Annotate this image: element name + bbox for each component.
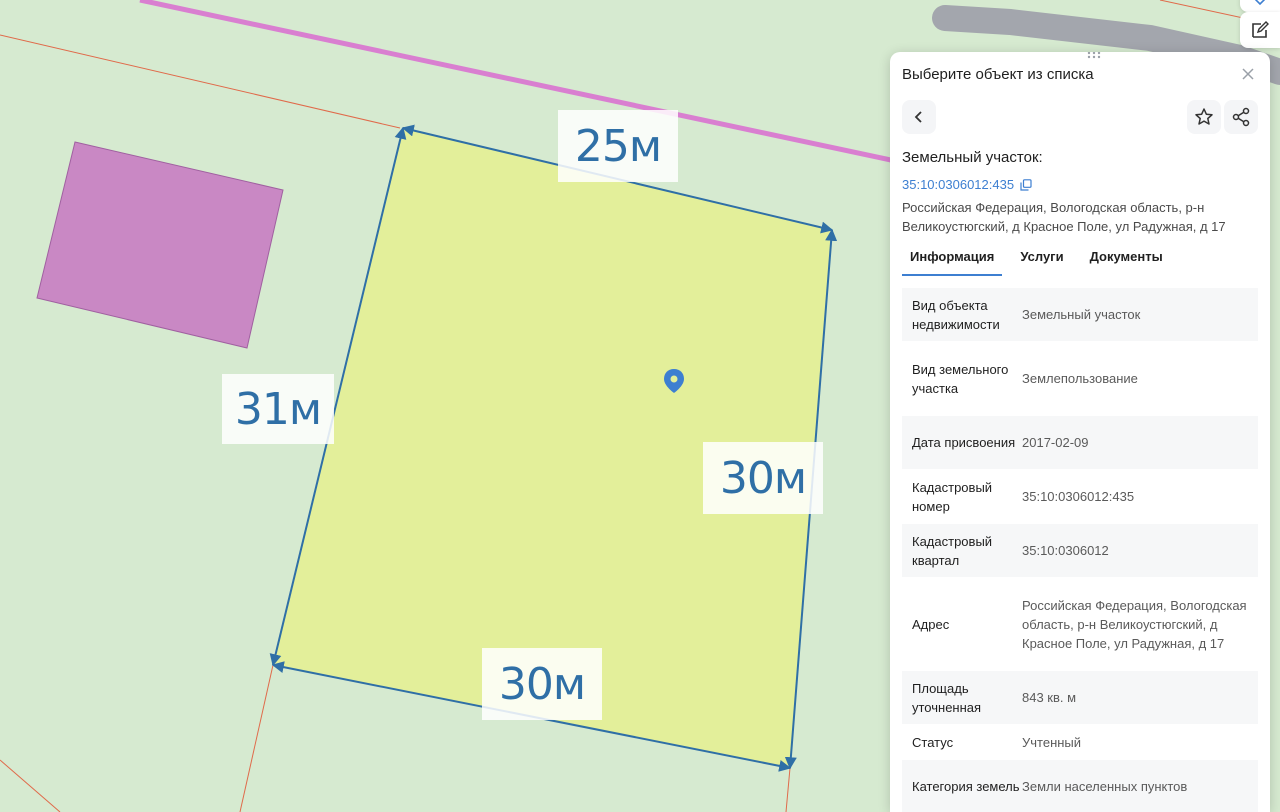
close-icon[interactable]	[1240, 66, 1256, 82]
row-value: 35:10:0306012:435	[1022, 489, 1135, 504]
row-key: Площадь уточненная	[912, 680, 982, 715]
row-key: Вид объекта недвижимости	[912, 297, 1000, 332]
tab-information[interactable]: Информация	[902, 249, 1003, 276]
copy-icon[interactable]	[1020, 178, 1032, 191]
dimension-label-top: 25м	[558, 110, 678, 182]
table-row: Кадастровый квартал 35:10:0306012	[902, 524, 1258, 578]
table-row: Категория земель Земли населенных пунктов	[902, 760, 1258, 812]
row-value: 2017-02-09	[1022, 435, 1089, 450]
chevron-left-icon[interactable]	[902, 100, 936, 134]
chevron-down-icon[interactable]	[1240, 0, 1280, 12]
table-row: Кадастровый номер 35:10:0306012:435	[902, 470, 1258, 524]
row-value: Земельный участок	[1022, 307, 1141, 322]
cadastral-number[interactable]: 35:10:0306012:435	[902, 177, 1014, 192]
object-info-panel: Выберите объект из списка Земельный учас…	[890, 52, 1270, 812]
row-key: Дата присвоения	[912, 435, 1016, 450]
row-key: Кадастровый номер	[912, 479, 993, 514]
dimension-label-bottom: 30м	[482, 648, 602, 720]
row-key: Адрес	[912, 616, 950, 632]
dimension-label-left: 31м	[222, 374, 334, 444]
info-table: Вид объекта недвижимости Земельный участо…	[902, 288, 1258, 812]
table-row: Адрес Российская Федерация, Вологодская о…	[902, 578, 1258, 671]
cadastral-number-link[interactable]: 35:10:0306012:435	[902, 177, 1032, 192]
row-key: Статус	[912, 734, 954, 750]
row-value: Землепользование	[1022, 371, 1138, 386]
panel-title: Выберите объект из списка	[902, 66, 1094, 83]
row-value: Учтенный	[1022, 734, 1082, 750]
object-address: Российская Федерация, Вологодская област…	[902, 200, 1226, 234]
row-key: Кадастровый квартал	[912, 533, 993, 568]
edit-icon[interactable]	[1240, 12, 1280, 48]
row-value: 35:10:0306012	[1022, 543, 1109, 558]
star-icon[interactable]	[1187, 100, 1221, 134]
share-icon[interactable]	[1224, 100, 1258, 134]
table-row: Статус Учтенный	[902, 725, 1258, 760]
drag-handle-icon[interactable]	[1080, 52, 1108, 63]
dimension-label-right: 30м	[703, 442, 823, 514]
table-row: Вид земельного участка Землепользование	[902, 342, 1258, 416]
row-value: Земли населенных пунктов	[1022, 779, 1188, 794]
row-value: 843 кв. м	[1022, 690, 1077, 705]
table-row: Площадь уточненная 843 кв. м	[902, 671, 1258, 725]
table-row: Дата присвоения 2017-02-09	[902, 416, 1258, 470]
tab-services[interactable]: Услуги	[1012, 249, 1071, 276]
object-kind: Земельный участок:	[902, 149, 1043, 166]
row-key: Категория земель	[912, 779, 1020, 794]
table-row: Вид объекта недвижимости Земельный участо…	[902, 288, 1258, 342]
row-key: Вид земельного участка	[912, 361, 1009, 396]
tab-bar: Информация Услуги Документы	[902, 249, 1181, 276]
tab-documents[interactable]: Документы	[1082, 249, 1171, 276]
row-value: Российская Федерация, Вологодская област…	[1022, 597, 1247, 651]
